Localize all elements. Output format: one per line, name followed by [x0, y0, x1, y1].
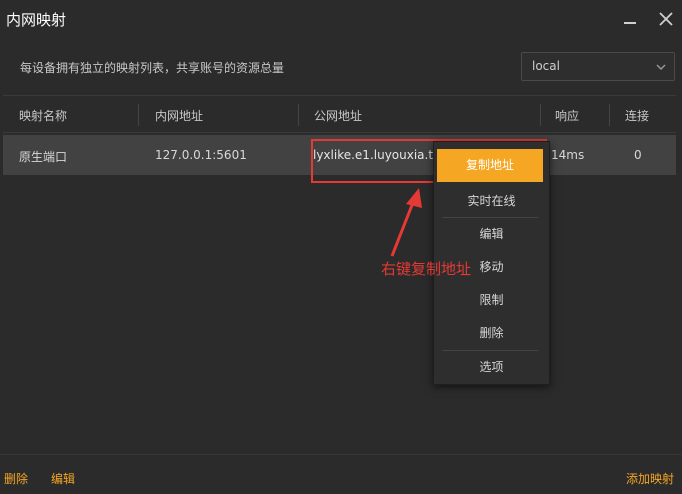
device-select[interactable]: local: [521, 52, 675, 81]
window-title: 内网映射: [6, 11, 67, 29]
close-icon[interactable]: [655, 8, 677, 30]
annotation-label: 右键复制地址: [381, 260, 472, 278]
arrow-icon: [390, 188, 422, 257]
footer-divider: [0, 454, 682, 455]
column-header-latency[interactable]: 响应: [555, 107, 579, 124]
menu-item-edit[interactable]: 编辑: [434, 218, 549, 251]
edit-button[interactable]: 编辑: [51, 470, 75, 487]
cell-connections: 0: [634, 148, 642, 162]
table-header: 映射名称 内网地址 公网地址 响应 连接: [3, 95, 676, 133]
menu-item-options[interactable]: 选项: [434, 351, 549, 384]
cell-latency: 14ms: [551, 148, 585, 162]
menu-item-limit[interactable]: 限制: [434, 284, 549, 317]
column-divider[interactable]: [540, 104, 541, 126]
menu-item-delete[interactable]: 删除: [434, 317, 549, 350]
add-mapping-button[interactable]: 添加映射: [626, 470, 674, 487]
column-header-public[interactable]: 公网地址: [314, 107, 362, 124]
column-header-name[interactable]: 映射名称: [19, 107, 67, 124]
column-divider[interactable]: [298, 104, 299, 126]
cell-name: 原生端口: [19, 150, 68, 164]
menu-item-copy-address[interactable]: 复制地址: [437, 149, 543, 182]
column-divider[interactable]: [138, 104, 139, 126]
app-window: 内网映射 每设备拥有独立的映射列表，共享账号的资源总量 local 映射名称 内…: [0, 0, 682, 494]
menu-item-realtime-online[interactable]: 实时在线: [434, 185, 549, 218]
cell-local-address: 127.0.0.1:5601: [155, 148, 247, 162]
chevron-down-icon: [656, 64, 666, 70]
column-divider[interactable]: [609, 104, 610, 126]
column-header-local[interactable]: 内网地址: [155, 107, 203, 124]
table-row[interactable]: 原生端口 127.0.0.1:5601 lyxlike.e1.luyouxia.…: [3, 135, 676, 175]
column-header-connections[interactable]: 连接: [625, 107, 649, 124]
title-bar: 内网映射: [0, 0, 682, 40]
cell-public-address: lyxlike.e1.luyouxia.top: [313, 148, 438, 162]
minimize-icon[interactable]: [619, 8, 641, 30]
delete-button[interactable]: 删除: [4, 470, 28, 487]
device-select-value: local: [532, 59, 560, 73]
description-text: 每设备拥有独立的映射列表，共享账号的资源总量: [20, 61, 285, 75]
